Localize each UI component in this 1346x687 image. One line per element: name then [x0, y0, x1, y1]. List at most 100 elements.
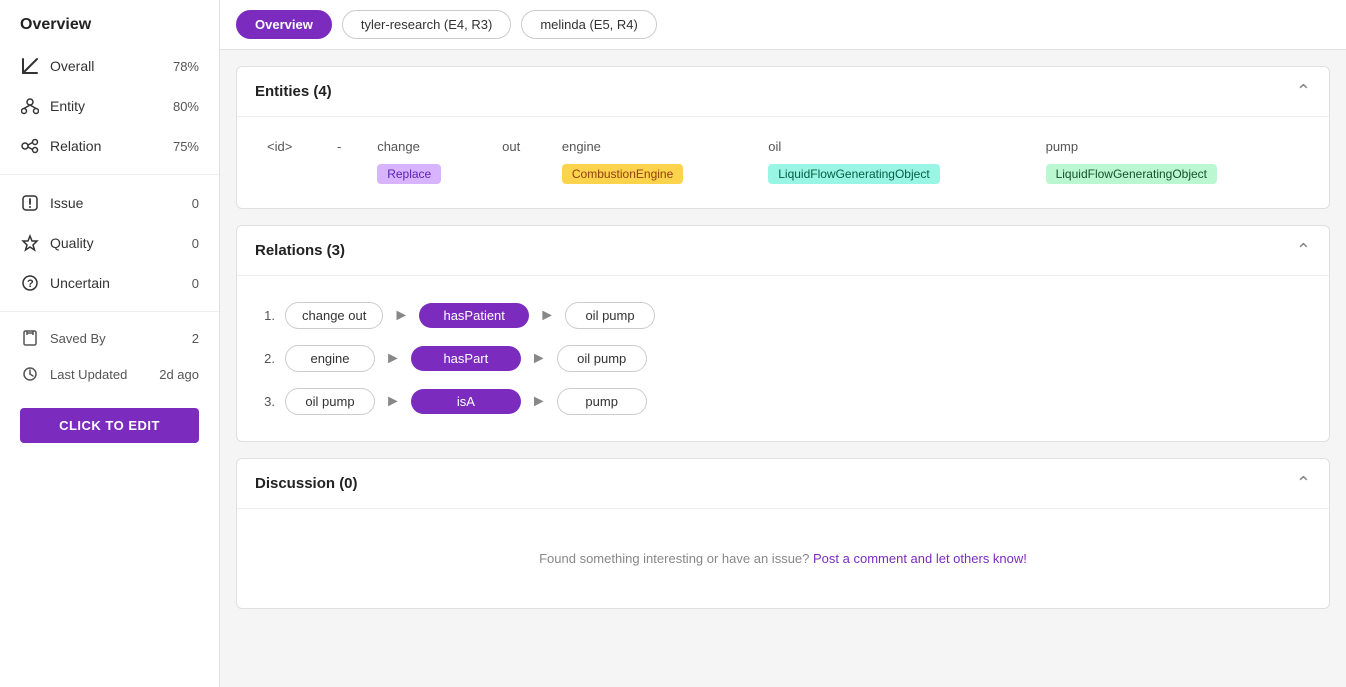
- saved-by-label: Saved By: [50, 331, 182, 346]
- sidebar-divider-2: [0, 311, 219, 312]
- sidebar-relation-label: Relation: [50, 138, 163, 154]
- relation-num-3: 3.: [255, 394, 275, 409]
- sidebar-uncertain-count: 0: [192, 276, 199, 291]
- quality-icon: [20, 233, 40, 253]
- issue-icon: [20, 193, 40, 213]
- sidebar-item-quality[interactable]: Quality 0: [0, 223, 219, 263]
- cell-engine: CombustionEngine: [550, 158, 756, 190]
- relations-collapse-button[interactable]: ⌃: [1296, 240, 1311, 261]
- discussion-section: Discussion (0) ⌃ Found something interes…: [236, 458, 1330, 609]
- cell-out: [490, 158, 550, 190]
- sidebar-item-uncertain[interactable]: ? Uncertain 0: [0, 263, 219, 303]
- sidebar-issue-label: Issue: [50, 195, 182, 211]
- relations-header: Relations (3) ⌃: [237, 226, 1329, 276]
- sidebar-item-relation[interactable]: Relation 75%: [0, 126, 219, 166]
- entities-title: Entities (4): [255, 83, 332, 100]
- cell-id: [255, 158, 325, 190]
- uncertain-icon: ?: [20, 273, 40, 293]
- sidebar-item-issue[interactable]: Issue 0: [0, 183, 219, 223]
- chip-combustion-engine: CombustionEngine: [562, 164, 683, 184]
- arrow-icon-5: ►: [385, 393, 401, 411]
- relation-row-3: 3. oil pump ► isA ► pump: [255, 388, 1311, 415]
- col-change: change: [365, 135, 490, 158]
- entities-collapse-button[interactable]: ⌃: [1296, 81, 1311, 102]
- chip-liquid-flow-1: LiquidFlowGeneratingObject: [768, 164, 939, 184]
- arrow-icon-3: ►: [385, 350, 401, 368]
- discussion-header: Discussion (0) ⌃: [237, 459, 1329, 509]
- sidebar-title: Overview: [0, 0, 219, 46]
- clock-icon: [20, 364, 40, 384]
- relations-list: 1. change out ► hasPatient ► oil pump 2.…: [255, 294, 1311, 423]
- col-out: out: [490, 135, 550, 158]
- click-to-edit-button[interactable]: CLICK TO EDIT: [20, 408, 199, 443]
- relation-row-1: 1. change out ► hasPatient ► oil pump: [255, 302, 1311, 329]
- relation-predicate-2: hasPart: [411, 346, 521, 371]
- sidebar-divider: [0, 174, 219, 175]
- relation-object-2: oil pump: [557, 345, 647, 372]
- chip-replace: Replace: [377, 164, 441, 184]
- discussion-cta-link[interactable]: Post a comment and let others know!: [813, 551, 1027, 566]
- svg-text:?: ?: [27, 278, 34, 290]
- discussion-empty-text: Found something interesting or have an i…: [539, 551, 813, 566]
- sidebar: Overview Overall 78% Entity 80%: [0, 0, 220, 687]
- col-id: <id>: [255, 135, 325, 158]
- sidebar-item-entity[interactable]: Entity 80%: [0, 86, 219, 126]
- saved-by-count: 2: [192, 331, 199, 346]
- relation-num-2: 2.: [255, 351, 275, 366]
- save-icon: [20, 328, 40, 348]
- main-content: Overview tyler-research (E4, R3) melinda…: [220, 0, 1346, 687]
- sidebar-item-overall[interactable]: Overall 78%: [0, 46, 219, 86]
- relations-title: Relations (3): [255, 242, 345, 259]
- sidebar-saved-by: Saved By 2: [0, 320, 219, 356]
- entity-row-1: Replace CombustionEngine LiquidFlowGener…: [255, 158, 1311, 190]
- discussion-collapse-button[interactable]: ⌃: [1296, 473, 1311, 494]
- relation-predicate-3: isA: [411, 389, 521, 414]
- relation-subject-2: engine: [285, 345, 375, 372]
- sidebar-entity-label: Entity: [50, 98, 163, 114]
- cell-dash: [325, 158, 365, 190]
- entities-section: Entities (4) ⌃ <id> - change out engine …: [236, 66, 1330, 209]
- col-pump: pump: [1034, 135, 1311, 158]
- relations-body: 1. change out ► hasPatient ► oil pump 2.…: [237, 276, 1329, 441]
- discussion-title: Discussion (0): [255, 475, 358, 492]
- sidebar-overall-count: 78%: [173, 59, 199, 74]
- last-updated-value: 2d ago: [159, 367, 199, 382]
- sidebar-quality-label: Quality: [50, 235, 182, 251]
- entities-header: Entities (4) ⌃: [237, 67, 1329, 117]
- relation-predicate-1: hasPatient: [419, 303, 529, 328]
- sidebar-quality-count: 0: [192, 236, 199, 251]
- tab-melinda[interactable]: melinda (E5, R4): [521, 10, 657, 39]
- arrow-icon-6: ►: [531, 393, 547, 411]
- col-oil: oil: [756, 135, 1033, 158]
- sidebar-issue-count: 0: [192, 196, 199, 211]
- sidebar-uncertain-label: Uncertain: [50, 275, 182, 291]
- entities-body: <id> - change out engine oil pump: [237, 117, 1329, 208]
- col-dash: -: [325, 135, 365, 158]
- relation-subject-1: change out: [285, 302, 383, 329]
- discussion-empty: Found something interesting or have an i…: [255, 527, 1311, 590]
- col-engine: engine: [550, 135, 756, 158]
- sidebar-overall-label: Overall: [50, 58, 163, 74]
- entity-table: <id> - change out engine oil pump: [255, 135, 1311, 190]
- arrow-icon-4: ►: [531, 350, 547, 368]
- relation-subject-3: oil pump: [285, 388, 375, 415]
- arrow-icon-1: ►: [393, 307, 409, 325]
- sidebar-relation-count: 75%: [173, 139, 199, 154]
- cell-oil: LiquidFlowGeneratingObject: [756, 158, 1033, 190]
- relation-num-1: 1.: [255, 308, 275, 323]
- overall-icon: [20, 56, 40, 76]
- relation-row-2: 2. engine ► hasPart ► oil pump: [255, 345, 1311, 372]
- tab-tyler-research[interactable]: tyler-research (E4, R3): [342, 10, 511, 39]
- last-updated-label: Last Updated: [50, 367, 149, 382]
- chip-liquid-flow-2: LiquidFlowGeneratingObject: [1046, 164, 1217, 184]
- cell-change: Replace: [365, 158, 490, 190]
- tabs-bar: Overview tyler-research (E4, R3) melinda…: [220, 0, 1346, 50]
- sidebar-last-updated: Last Updated 2d ago: [0, 356, 219, 392]
- relations-section: Relations (3) ⌃ 1. change out ► hasPatie…: [236, 225, 1330, 442]
- relation-object-3: pump: [557, 388, 647, 415]
- tab-overview[interactable]: Overview: [236, 10, 332, 39]
- cell-pump: LiquidFlowGeneratingObject: [1034, 158, 1311, 190]
- entity-icon: [20, 96, 40, 116]
- main-scroll-area: Entities (4) ⌃ <id> - change out engine …: [220, 50, 1346, 687]
- relation-icon: [20, 136, 40, 156]
